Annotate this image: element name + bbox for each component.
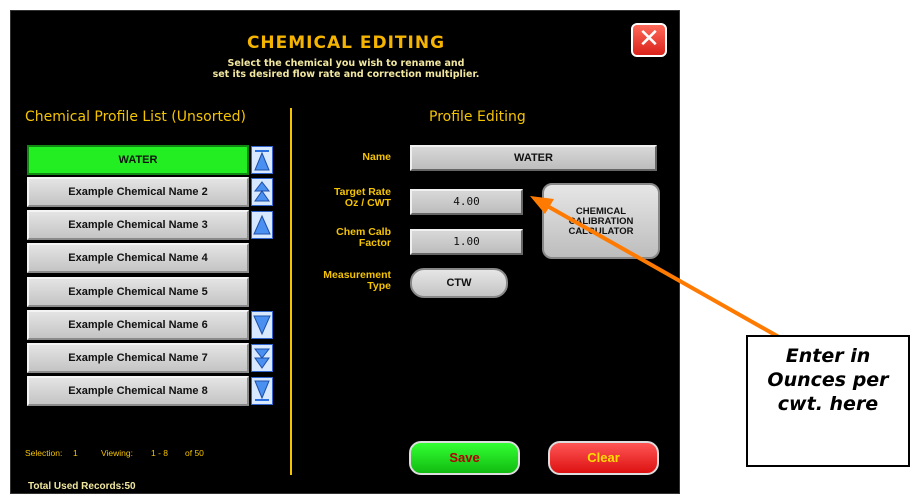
callout-line-3: cwt. here: [777, 393, 879, 415]
callout-line-1: Enter in: [785, 345, 871, 367]
callout-line-2: Ounces per: [767, 369, 889, 391]
annotation-callout: Enter in Ounces per cwt. here: [746, 335, 910, 467]
